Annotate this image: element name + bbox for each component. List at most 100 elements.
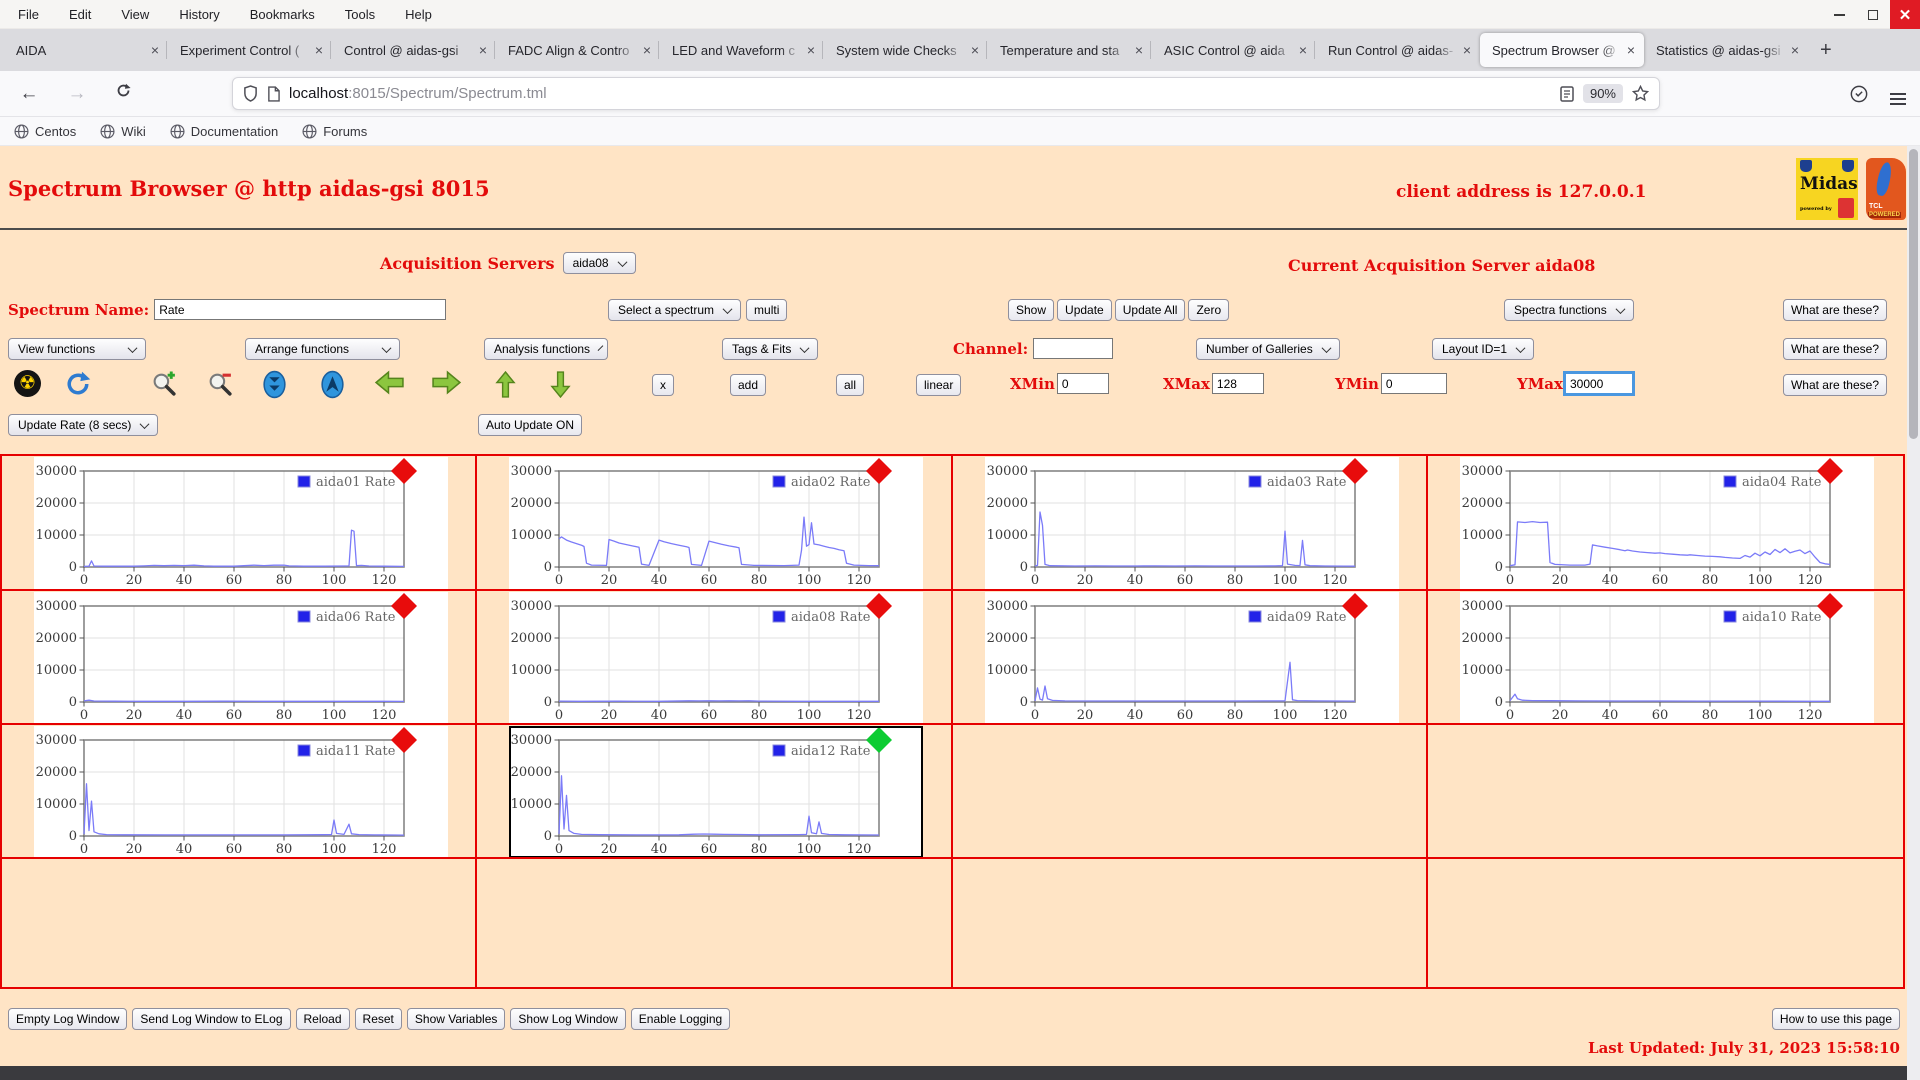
gallery-cell-aida02[interactable]: 0 20 40 60 80 100 120 0 10000 20000 30000 aida02 Ra… — [477, 456, 953, 591]
show-log-window-button[interactable]: Show Log Window — [510, 1008, 626, 1030]
show-button[interactable]: Show — [1008, 299, 1055, 321]
tab-close-icon[interactable]: × — [1296, 42, 1310, 58]
view-functions-dropdown[interactable]: View functions — [8, 338, 146, 360]
shield-icon[interactable] — [243, 85, 258, 102]
tracking-shield-icon[interactable] — [1850, 85, 1868, 103]
tab-fadc-align-contro[interactable]: FADC Align & Contro × — [494, 33, 660, 67]
menu-help[interactable]: Help — [405, 7, 432, 22]
up-arrow-icon[interactable] — [494, 370, 517, 399]
spectrum-chart-aida04[interactable]: 0 20 40 60 80 100 120 0 10000 20000 30000 aida04 Ra… — [1430, 457, 1874, 589]
gallery-cell-aida09[interactable]: 0 20 40 60 80 100 120 0 10000 20000 30000 aida09 Ra… — [952, 591, 1428, 725]
menu-view[interactable]: View — [121, 7, 149, 22]
reader-view-icon[interactable] — [1560, 85, 1574, 102]
reset-button[interactable]: Reset — [354, 1008, 402, 1030]
bookmark-documentation[interactable]: Documentation — [170, 124, 278, 139]
arrange-functions-dropdown[interactable]: Arrange functions — [245, 338, 400, 360]
prev-arrow-icon[interactable] — [374, 370, 405, 395]
menu-history[interactable]: History — [179, 7, 219, 22]
tab-aida[interactable]: AIDA × — [4, 33, 168, 67]
spectrum-chart-aida09[interactable]: 0 20 40 60 80 100 120 0 10000 20000 30000 aida09 Ra… — [955, 592, 1399, 724]
tab-close-icon[interactable]: × — [1132, 42, 1146, 58]
what-are-these-button-3[interactable]: What are these? — [1782, 374, 1887, 396]
number-of-galleries-dropdown[interactable]: Number of Galleries — [1196, 338, 1340, 360]
update-all-button[interactable]: Update All — [1114, 299, 1186, 321]
tab-statistics-aidas-gsi[interactable]: Statistics @ aidas-gsi × — [1644, 33, 1808, 67]
add-button[interactable]: add — [730, 374, 767, 396]
maximize-button[interactable] — [1856, 0, 1890, 29]
spectrum-chart-aida12[interactable]: 0 20 40 60 80 100 120 0 10000 20000 30000 aida12 Ra… — [479, 726, 924, 858]
empty-log-window-button[interactable]: Empty Log Window — [8, 1008, 128, 1030]
show-variables-button[interactable]: Show Variables — [406, 1008, 506, 1030]
gallery-cell-aida10[interactable]: 0 20 40 60 80 100 120 0 10000 20000 30000 aida10 Ra… — [1427, 591, 1903, 725]
send-log-window-to-elog-button[interactable]: Send Log Window to ELog — [132, 1008, 291, 1030]
zoom-in-icon[interactable] — [151, 370, 178, 397]
tab-run-control-aidas[interactable]: Run Control @ aidas- × — [1314, 33, 1480, 67]
spectrum-chart-aida02[interactable]: 0 20 40 60 80 100 120 0 10000 20000 30000 aida02 Ra… — [479, 457, 924, 589]
menu-tools[interactable]: Tools — [345, 7, 375, 22]
menu-hamburger-icon[interactable] — [1890, 83, 1906, 105]
linear-button[interactable]: linear — [916, 374, 962, 396]
how-to-use-button[interactable]: How to use this page — [1771, 1008, 1900, 1030]
tab-control-aidas-gsi[interactable]: Control @ aidas-gsi × — [330, 33, 496, 67]
update-button[interactable]: Update — [1057, 299, 1112, 321]
spectrum-chart-aida08[interactable]: 0 20 40 60 80 100 120 0 10000 20000 30000 aida08 Ra… — [479, 592, 924, 724]
ymin-input[interactable] — [1380, 373, 1447, 394]
xmin-input[interactable] — [1056, 373, 1109, 394]
channel-input[interactable] — [1033, 338, 1114, 359]
bookmark-forums[interactable]: Forums — [302, 124, 367, 139]
refresh-icon[interactable] — [64, 370, 92, 398]
tab-close-icon[interactable]: × — [312, 42, 326, 58]
zoom-level-badge[interactable]: 90% — [1582, 84, 1623, 103]
radiation-icon[interactable]: ☢ — [14, 370, 41, 397]
spectrum-chart-aida01[interactable]: 0 20 40 60 80 100 120 0 10000 20000 30000 aida01 Ra… — [4, 457, 448, 589]
gallery-cell-aida12[interactable]: 0 20 40 60 80 100 120 0 10000 20000 30000 aida12 Ra… — [477, 725, 953, 859]
tab-experiment-control[interactable]: Experiment Control (× — [166, 33, 332, 67]
minimize-button[interactable] — [1822, 0, 1856, 29]
zero-button[interactable]: Zero — [1188, 299, 1230, 321]
menu-bookmarks[interactable]: Bookmarks — [250, 7, 315, 22]
gallery-cell-aida08[interactable]: 0 20 40 60 80 100 120 0 10000 20000 30000 aida08 Ra… — [477, 591, 953, 725]
bookmark-wiki[interactable]: Wiki — [100, 124, 146, 139]
tab-close-icon[interactable]: × — [804, 42, 818, 58]
select-spectrum-dropdown[interactable]: Select a spectrum — [608, 299, 742, 321]
tab-spectrum-browser[interactable]: Spectrum Browser @ × — [1480, 33, 1644, 67]
tab-close-icon[interactable]: × — [1624, 42, 1638, 58]
acquisition-server-select[interactable]: aida08 — [562, 252, 636, 274]
tab-asic-control-aida[interactable]: ASIC Control @ aida × — [1150, 33, 1316, 67]
all-button[interactable]: all — [836, 374, 865, 396]
update-rate-dropdown[interactable]: Update Rate (8 secs) — [8, 414, 159, 436]
close-window-button[interactable]: ✕ — [1890, 0, 1920, 29]
reload-icon[interactable] — [108, 82, 138, 105]
ymax-input[interactable] — [1562, 371, 1635, 396]
spectrum-chart-aida03[interactable]: 0 20 40 60 80 100 120 0 10000 20000 30000 aida03 Ra… — [955, 457, 1399, 589]
url-bar[interactable]: localhost:8015/Spectrum/Spectrum.tml 90% — [232, 77, 1660, 110]
tab-close-icon[interactable]: × — [1460, 42, 1474, 58]
x-scale-button[interactable]: x — [652, 374, 674, 396]
menu-edit[interactable]: Edit — [69, 7, 91, 22]
reload-button[interactable]: Reload — [295, 1008, 350, 1030]
auto-update-button[interactable]: Auto Update ON — [478, 414, 583, 436]
xmax-input[interactable] — [1211, 373, 1264, 394]
midas-logo[interactable]: Midas powered by — [1796, 158, 1858, 220]
spectrum-name-input[interactable] — [154, 299, 447, 320]
tab-close-icon[interactable]: × — [968, 42, 982, 58]
menu-file[interactable]: File — [18, 7, 39, 22]
new-tab-button[interactable]: + — [1808, 39, 1844, 62]
multi-button[interactable]: multi — [746, 299, 788, 321]
jump-up-icon[interactable] — [320, 370, 345, 399]
tab-close-icon[interactable]: × — [476, 42, 490, 58]
tcl-powered-logo[interactable]: TCL POWERED — [1866, 158, 1906, 220]
what-are-these-button-1[interactable]: What are these? — [1782, 299, 1887, 321]
next-arrow-icon[interactable] — [431, 370, 462, 395]
spectra-functions-dropdown[interactable]: Spectra functions — [1504, 299, 1634, 321]
spectrum-chart-aida06[interactable]: 0 20 40 60 80 100 120 0 10000 20000 30000 aida06 Ra… — [4, 592, 448, 724]
spectrum-chart-aida10[interactable]: 0 20 40 60 80 100 120 0 10000 20000 30000 aida10 Ra… — [1430, 592, 1874, 724]
enable-logging-button[interactable]: Enable Logging — [630, 1008, 731, 1030]
gallery-cell-aida06[interactable]: 0 20 40 60 80 100 120 0 10000 20000 30000 aida06 Ra… — [2, 591, 478, 725]
gallery-cell-aida11[interactable]: 0 20 40 60 80 100 120 0 10000 20000 30000 aida11 Ra… — [2, 725, 478, 859]
gallery-cell-aida03[interactable]: 0 20 40 60 80 100 120 0 10000 20000 30000 aida03 Ra… — [952, 456, 1428, 591]
tab-led-and-waveform-c[interactable]: LED and Waveform c × — [658, 33, 824, 67]
page-scrollbar[interactable] — [1907, 146, 1920, 1080]
gallery-cell-aida04[interactable]: 0 20 40 60 80 100 120 0 10000 20000 30000 aida04 Ra… — [1427, 456, 1903, 591]
jump-down-icon[interactable] — [262, 370, 287, 399]
